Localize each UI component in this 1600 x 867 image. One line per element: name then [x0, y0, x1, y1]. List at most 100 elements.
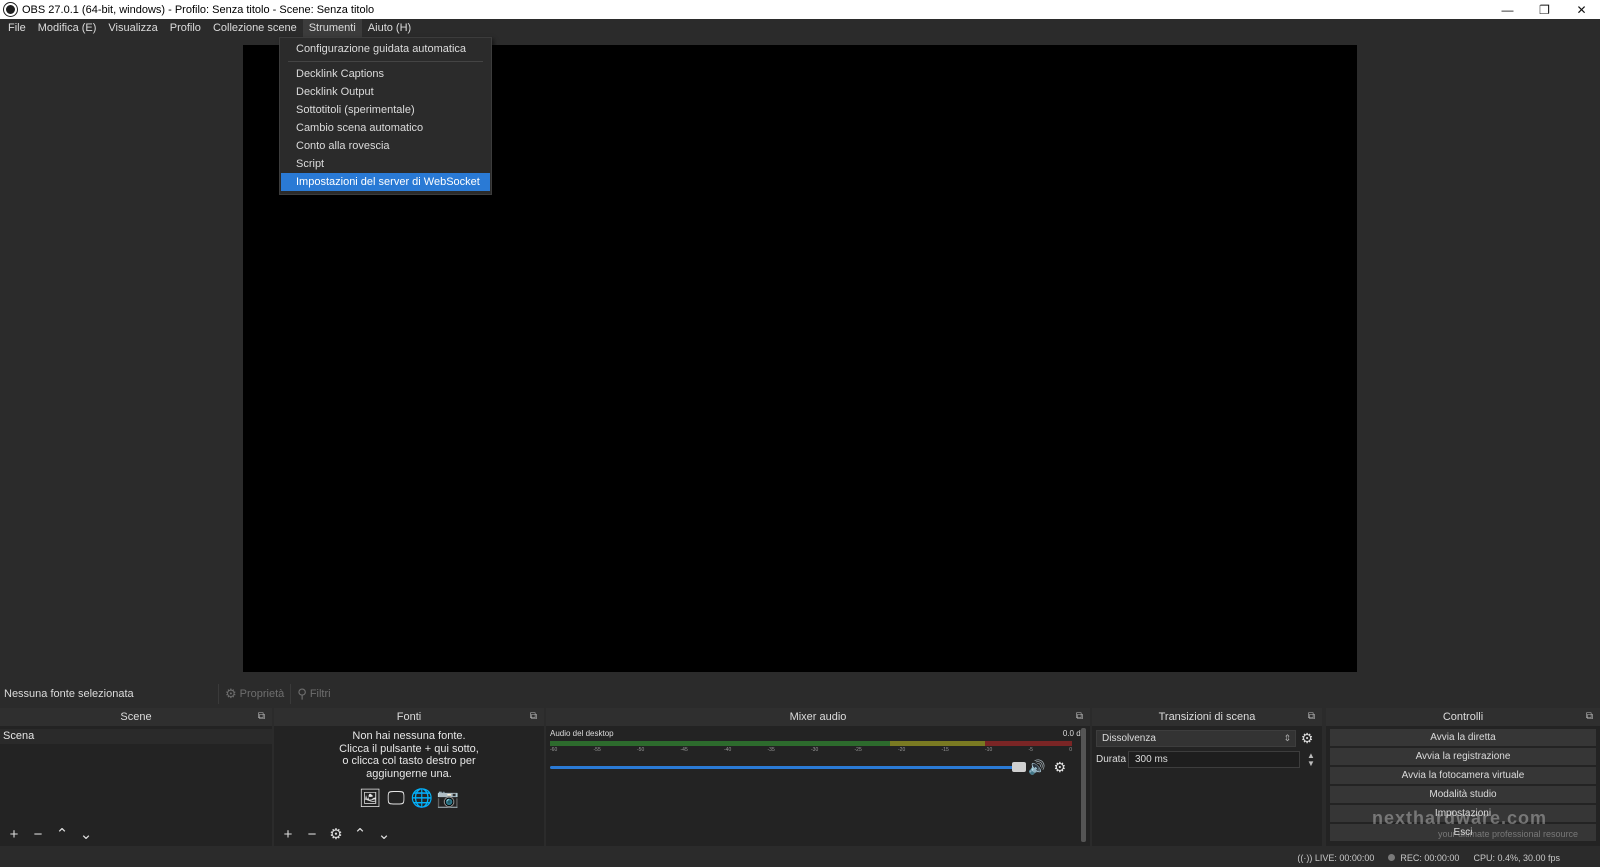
no-source-label: Nessuna fonte selezionata [4, 688, 134, 700]
menu-file[interactable]: File [2, 19, 32, 37]
menu-item-captions[interactable]: Sottotitoli (sperimentale) [281, 101, 490, 119]
menu-view[interactable]: Visualizza [102, 19, 163, 37]
add-icon[interactable]: + [278, 826, 298, 843]
remove-icon[interactable]: − [28, 826, 48, 843]
dock-float-icon[interactable]: ⧉ [1308, 708, 1315, 726]
menu-help[interactable]: Aiuto (H) [362, 19, 417, 37]
gear-icon[interactable]: ⚙ [1053, 759, 1066, 776]
menu-item-countdown[interactable]: Conto alla rovescia [281, 137, 490, 155]
tick-label: -50 [637, 747, 645, 753]
move-up-icon[interactable]: ⌃ [52, 826, 72, 843]
gear-icon: ⚙ [225, 686, 237, 701]
scenes-dock-title: Scene ⧉ [0, 708, 272, 726]
rec-status: REC: 00:00:00 [1388, 853, 1459, 863]
gear-icon[interactable]: ⚙ [1296, 730, 1318, 747]
tick-label: -15 [941, 747, 949, 753]
remove-icon[interactable]: − [302, 826, 322, 843]
broadcast-icon: ((·)) [1297, 852, 1315, 863]
obs-logo-icon [4, 3, 17, 16]
no-sources-line: aggiungerne una. [366, 767, 452, 780]
menu-item-websocket-settings[interactable]: Impostazioni del server di WebSocket [281, 173, 490, 191]
restore-button[interactable]: ❐ [1526, 0, 1563, 19]
menu-edit[interactable]: Modifica (E) [32, 19, 103, 37]
watermark-tagline: your ultimate professional resource [1438, 829, 1579, 839]
add-icon[interactable]: + [4, 826, 24, 843]
transitions-dock-title: Transizioni di scena ⧉ [1092, 708, 1322, 726]
watermark-logo: nexthardware.com [1372, 808, 1548, 828]
dock-float-icon[interactable]: ⧉ [530, 708, 537, 726]
transitions-title: Transizioni di scena [1158, 711, 1256, 723]
chevron-down-icon[interactable]: ▼ [1307, 759, 1315, 768]
tick-label: -40 [724, 747, 732, 753]
menu-item-auto-config[interactable]: Configurazione guidata automatica [281, 40, 490, 58]
properties-label: Proprietà [239, 688, 285, 700]
record-dot-icon [1388, 853, 1396, 861]
tick-label: -55 [593, 747, 601, 753]
filters-label: Filtri [309, 688, 331, 700]
title-bar: OBS 27.0.1 (64-bit, windows) - Profilo: … [0, 0, 1600, 19]
tick-label: -5 [1028, 747, 1033, 753]
tick-label: 0 [1069, 747, 1072, 753]
monitor-icon: 🖵 [387, 787, 405, 808]
mixer-dock-title: Mixer audio ⧉ [546, 708, 1090, 726]
volume-meter [550, 741, 1072, 746]
volume-slider[interactable] [550, 762, 1026, 772]
dock-float-icon[interactable]: ⧉ [1586, 708, 1593, 726]
close-button[interactable]: ✕ [1563, 0, 1600, 19]
start-streaming-button[interactable]: Avvia la diretta [1330, 729, 1596, 746]
scrollbar[interactable] [1081, 728, 1086, 842]
status-bar: ((·)) LIVE: 00:00:00 REC: 00:00:00 CPU: … [0, 848, 1600, 867]
duration-stepper[interactable]: ▲ ▼ [1304, 751, 1318, 768]
transition-select[interactable]: Dissolvenza ⇕ [1096, 730, 1296, 747]
live-status: ((·)) LIVE: 00:00:00 [1297, 853, 1374, 863]
start-virtual-camera-button[interactable]: Avvia la fotocamera virtuale [1330, 767, 1596, 784]
tick-label: -35 [767, 747, 775, 753]
menu-separator [288, 61, 483, 62]
studio-mode-button[interactable]: Modalità studio [1330, 786, 1596, 803]
transitions-dock: Transizioni di scena ⧉ Dissolvenza ⇕ ⚙ D… [1092, 708, 1322, 846]
window-title: OBS 27.0.1 (64-bit, windows) - Profilo: … [22, 3, 375, 16]
menu-item-decklink-captions[interactable]: Decklink Captions [281, 65, 490, 83]
menu-bar: File Modifica (E) Visualizza Profilo Col… [0, 19, 1600, 37]
move-up-icon[interactable]: ⌃ [350, 826, 370, 843]
scenes-title: Scene [120, 711, 152, 723]
gear-icon[interactable]: ⚙ [326, 826, 346, 843]
window-controls: — ❐ ✕ [1489, 0, 1600, 19]
speaker-icon[interactable]: 🔊 [1028, 759, 1045, 776]
sources-toolbar: + − ⚙ ⌃ ⌄ [278, 826, 394, 844]
duration-input[interactable]: 300 ms [1128, 751, 1300, 768]
menu-tools[interactable]: Strumenti [302, 19, 362, 37]
tick-label: -20 [898, 747, 906, 753]
menu-item-auto-scene-switcher[interactable]: Cambio scena automatico [281, 119, 490, 137]
menu-item-scripts[interactable]: Script [281, 155, 490, 173]
chevron-updown-icon: ⇕ [1283, 733, 1291, 743]
track-name: Audio del desktop [550, 729, 614, 738]
filter-icon: ⚲ [297, 686, 307, 701]
filters-button[interactable]: ⚲ Filtri [290, 684, 336, 704]
menu-profile[interactable]: Profilo [164, 19, 207, 37]
no-sources-line: Clicca il pulsante + qui sotto, [339, 742, 479, 755]
image-icon: 🖼 [358, 787, 382, 808]
dock-float-icon[interactable]: ⧉ [1076, 708, 1083, 726]
tools-menu: Configurazione guidata automatica Deckli… [279, 37, 492, 195]
menu-item-decklink-output[interactable]: Decklink Output [281, 83, 490, 101]
tick-label: -30 [811, 747, 819, 753]
move-down-icon[interactable]: ⌄ [76, 826, 96, 843]
dock-float-icon[interactable]: ⧉ [258, 708, 265, 726]
properties-button[interactable]: ⚙ Proprietà [218, 684, 290, 704]
live-timer: LIVE: 00:00:00 [1314, 852, 1375, 863]
camera-icon: 📷 [436, 787, 460, 808]
meter-ticks: -60 -55 -50 -45 -40 -35 -30 -25 -20 -15 … [550, 747, 1072, 753]
start-recording-button[interactable]: Avvia la registrazione [1330, 748, 1596, 765]
volume-slider-handle[interactable] [1012, 762, 1026, 772]
mixer-track: Audio del desktop 0.0 dB -60 -55 -50 -45… [546, 726, 1090, 779]
minimize-button[interactable]: — [1489, 0, 1526, 19]
move-down-icon[interactable]: ⌄ [374, 826, 394, 843]
transition-selected: Dissolvenza [1102, 733, 1156, 744]
scene-list-item[interactable]: Scena [0, 729, 272, 744]
cpu-status: CPU: 0.4%, 30.00 fps [1473, 852, 1560, 863]
rec-timer: REC: 00:00:00 [1400, 852, 1460, 863]
globe-icon: 🌐 [410, 787, 434, 808]
menu-scene-collection[interactable]: Collezione scene [207, 19, 303, 37]
tick-label: -45 [680, 747, 688, 753]
